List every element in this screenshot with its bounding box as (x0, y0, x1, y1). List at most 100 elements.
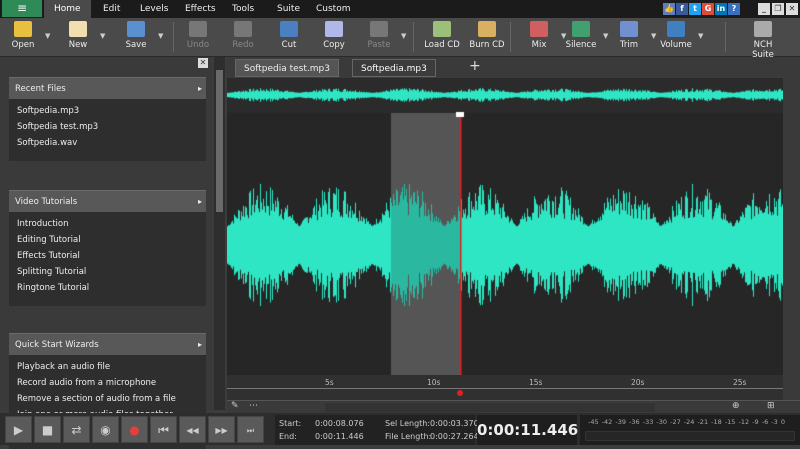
toolbar-divider (173, 22, 174, 52)
help-icon[interactable]: ? (728, 3, 740, 15)
horizontal-scrollbar[interactable] (325, 403, 655, 412)
save-button[interactable]: Save (116, 21, 156, 50)
redo-button[interactable]: Redo (223, 21, 263, 50)
dropdown-arrow-icon[interactable]: ▼ (158, 32, 163, 40)
vertical-zoom-bar[interactable] (783, 78, 800, 410)
list-item[interactable]: Record audio from a microphone (17, 378, 156, 388)
go-end-button[interactable]: ⏭ (237, 416, 264, 443)
view-toolbar: ✎ ⋯ ⊕ ⊞ (227, 400, 800, 413)
section-title: Quick Start Wizards (15, 340, 99, 350)
stop-button[interactable]: ■ (34, 416, 61, 443)
menu-tab-tools[interactable]: Tools (222, 0, 264, 18)
menu-tab-custom[interactable]: Custom (306, 0, 360, 18)
list-item[interactable]: Splitting Tutorial (17, 267, 86, 277)
pencil-icon[interactable]: ✎ (231, 401, 239, 411)
dropdown-arrow-icon[interactable]: ▼ (401, 32, 406, 40)
button-label: Redo (232, 40, 254, 50)
load-cd-button[interactable]: Load CD (422, 21, 462, 50)
menu-tab-home[interactable]: Home (44, 0, 91, 18)
minimize-icon[interactable]: _ (758, 3, 770, 15)
chevron-right-icon: ▸ (197, 197, 202, 206)
scissors-icon (280, 21, 298, 37)
button-label: New (68, 40, 88, 50)
list-item[interactable]: Softpedia.wav (17, 138, 77, 148)
copy-button[interactable]: Copy (314, 21, 354, 50)
end-value[interactable]: 0:00:11.446 (315, 432, 364, 441)
zoom-in-icon[interactable]: ⊕ (732, 401, 740, 411)
file-tab[interactable]: Softpedia.mp3 (352, 59, 436, 77)
menu-tab-effects[interactable]: Effects (175, 0, 226, 18)
open-folder-icon (14, 21, 32, 37)
section-header-recent-files[interactable]: Recent Files ▸ (9, 77, 206, 99)
restore-icon[interactable]: ❐ (772, 3, 784, 15)
button-label: Undo (186, 40, 210, 50)
section-header-quick-start-wizards[interactable]: Quick Start Wizards ▸ (9, 333, 206, 355)
sidebar-scroll-thumb[interactable] (216, 70, 223, 212)
trim-button[interactable]: Trim (609, 21, 649, 50)
mix-button[interactable]: Mix (519, 21, 559, 50)
silence-button[interactable]: Silence (561, 21, 601, 50)
google-plus-icon[interactable]: G (702, 3, 714, 15)
dropdown-arrow-icon[interactable]: ▼ (603, 32, 608, 40)
thumbs-up-icon[interactable]: 👍 (663, 3, 675, 15)
dropdown-arrow-icon[interactable]: ▼ (698, 32, 703, 40)
close-icon[interactable]: ✕ (786, 3, 798, 15)
list-item[interactable]: Softpedia.mp3 (17, 106, 79, 116)
playhead-marker[interactable] (457, 390, 463, 396)
new-tab-button[interactable]: + (469, 58, 481, 74)
list-item[interactable]: Ringtone Tutorial (17, 283, 89, 293)
undo-button[interactable]: Undo (178, 21, 218, 50)
new-button[interactable]: New (58, 21, 98, 50)
loop-button[interactable]: ⇄ (63, 416, 90, 443)
timeline-label: 25s (733, 378, 747, 387)
play-button[interactable]: ▶ (5, 416, 32, 443)
list-item[interactable]: Remove a section of audio from a file (17, 394, 176, 404)
open-button[interactable]: Open (3, 21, 43, 50)
scrub-button[interactable]: ◉ (92, 416, 119, 443)
section-header-video-tutorials[interactable]: Video Tutorials ▸ (9, 190, 206, 212)
toolbar-divider (510, 22, 511, 52)
start-value[interactable]: 0:00:08.076 (315, 419, 364, 428)
file-length-value: 0:00:27.264 (430, 432, 479, 441)
button-label: Open (11, 40, 35, 50)
paste-button[interactable]: Paste (359, 21, 399, 50)
trim-icon (620, 21, 638, 37)
file-tab[interactable]: Softpedia test.mp3 (235, 59, 339, 77)
meter-bar (585, 431, 795, 441)
volume-icon (667, 21, 685, 37)
copy-icon (325, 21, 343, 37)
menu-tab-levels[interactable]: Levels (130, 0, 178, 18)
dropdown-arrow-icon[interactable]: ▼ (45, 32, 50, 40)
nch-suite-button[interactable]: NCH Suite (743, 21, 783, 60)
list-item[interactable]: Editing Tutorial (17, 235, 81, 245)
record-button[interactable]: ● (121, 416, 148, 443)
sidebar-panel: ✕ Recent Files ▸ Softpedia.mp3 Softpedia te… (0, 57, 212, 449)
fast-forward-button[interactable]: ▶▶ (208, 416, 235, 443)
dropdown-arrow-icon[interactable]: ▼ (100, 32, 105, 40)
snap-icon[interactable]: ⋯ (249, 401, 258, 411)
list-item[interactable]: Softpedia test.mp3 (17, 122, 98, 132)
meter-scale: -45 -42 -39 -36 -33 -30 -27 -24 -21 -18 … (588, 418, 785, 426)
timeline-ruler[interactable]: 5s 10s 15s 20s 25s (227, 375, 783, 400)
facebook-icon[interactable]: f (676, 3, 688, 15)
volume-button[interactable]: Volume (656, 21, 696, 50)
linkedin-icon[interactable]: in (715, 3, 727, 15)
list-item[interactable]: Introduction (17, 219, 68, 229)
burn-cd-button[interactable]: Burn CD (467, 21, 507, 50)
main-menu-button[interactable]: ≡ (2, 0, 42, 17)
go-start-button[interactable]: ⏮ (150, 416, 177, 443)
cut-button[interactable]: Cut (269, 21, 309, 50)
button-label: Mix (531, 40, 547, 50)
twitter-icon[interactable]: t (689, 3, 701, 15)
close-panel-icon[interactable]: ✕ (198, 58, 208, 68)
list-item[interactable]: Effects Tutorial (17, 251, 80, 261)
menu-tab-suite[interactable]: Suite (267, 0, 310, 18)
zoom-full-icon[interactable]: ⊞ (767, 401, 775, 411)
level-meter: -45 -42 -39 -36 -33 -30 -27 -24 -21 -18 … (580, 415, 800, 445)
section-body: Introduction Editing Tutorial Effects Tuto… (9, 212, 206, 306)
menu-tab-edit[interactable]: Edit (93, 0, 130, 18)
save-icon (127, 21, 145, 37)
rewind-button[interactable]: ◀◀ (179, 416, 206, 443)
list-item[interactable]: Playback an audio file (17, 362, 110, 372)
waveform-view[interactable] (227, 78, 783, 388)
